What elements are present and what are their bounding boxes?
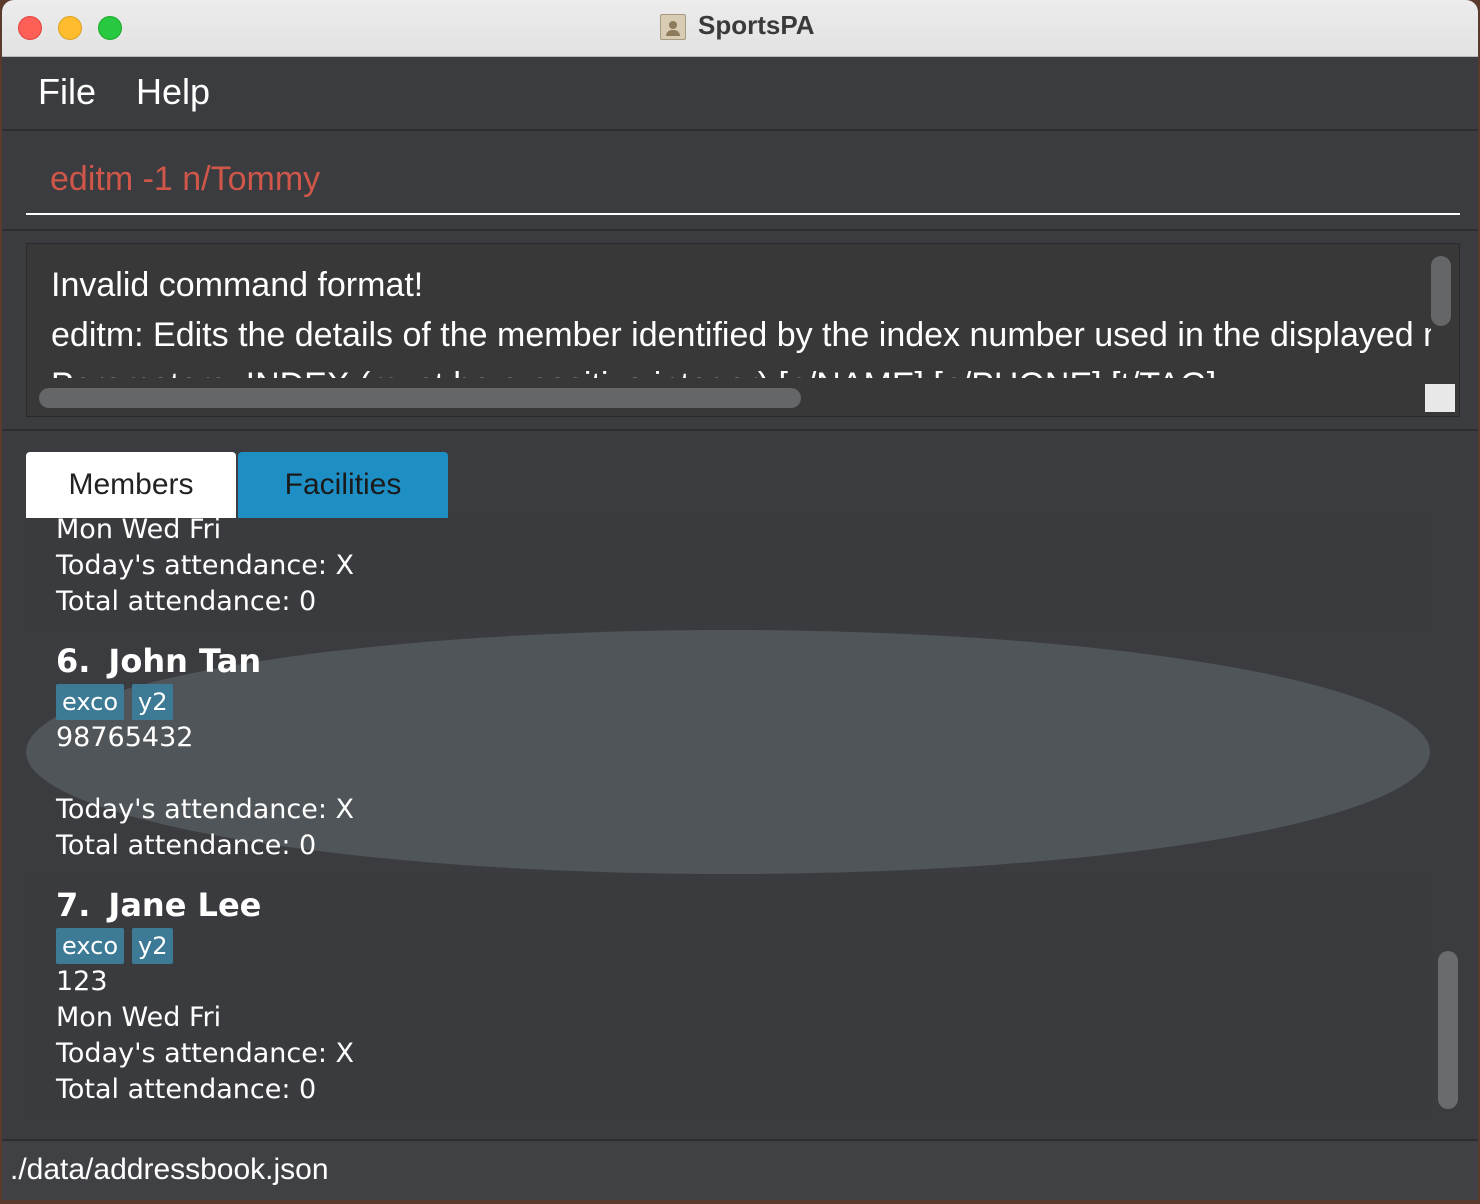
member-list[interactable]: Mon Wed Fri Today's attendance: X Total … <box>26 518 1430 1118</box>
member-today-attendance: Today's attendance: X <box>56 550 355 581</box>
maximize-window-button[interactable] <box>98 16 122 40</box>
member-total-attendance: Total attendance: 0 <box>56 586 317 617</box>
member-tag: y2 <box>132 684 174 720</box>
member-list-scrollbar[interactable] <box>1438 951 1458 1109</box>
member-total-attendance: Total attendance: 0 <box>56 1074 317 1105</box>
member-today-attendance: Today's attendance: X <box>56 1038 355 1069</box>
member-tag: exco <box>56 684 125 720</box>
member-card[interactable]: 7. Jane Lee exco y2 123 Mon Wed Fri Today… <box>26 874 1430 1118</box>
tab-facilities[interactable]: Facilities <box>238 452 448 518</box>
tab-pane: Members Facilities Mon Wed Fri Today's a… <box>2 431 1478 1139</box>
status-bar: ./data/addressbook.json <box>2 1139 1478 1200</box>
result-text: Invalid command format! editm: Edits the… <box>51 260 1431 378</box>
menu-file[interactable]: File <box>38 71 96 113</box>
member-days: Mon Wed Fri <box>56 518 222 545</box>
result-horizontal-scrollbar[interactable] <box>39 388 801 408</box>
command-box <box>2 131 1478 231</box>
tab-members[interactable]: Members <box>26 452 236 518</box>
minimize-window-button[interactable] <box>58 16 82 40</box>
member-days: Mon Wed Fri <box>56 1002 222 1033</box>
result-display[interactable]: Invalid command format! editm: Edits the… <box>26 243 1460 417</box>
result-line: editm: Edits the details of the member i… <box>51 316 1431 354</box>
member-tag: exco <box>56 928 125 964</box>
member-card[interactable]: 6. John Tan exco y2 98765432 Today's atte… <box>26 630 1430 874</box>
member-index: 6. <box>56 642 91 680</box>
address-book-icon <box>660 14 686 40</box>
member-today-attendance: Today's attendance: X <box>56 794 355 825</box>
result-line: Parameters: INDEX (must be a positive in… <box>51 360 1431 378</box>
result-display-area: Invalid command format! editm: Edits the… <box>2 231 1478 431</box>
member-name: Jane Lee <box>108 886 262 924</box>
member-name: John Tan <box>108 642 262 680</box>
title-bar: SportsPA <box>2 0 1478 57</box>
member-total-attendance: Total attendance: 0 <box>56 830 317 861</box>
member-phone: 98765432 <box>56 722 194 753</box>
menu-bar: File Help <box>2 57 1478 131</box>
member-name-heading: 6. John Tan <box>56 642 261 680</box>
result-vertical-scrollbar[interactable] <box>1431 256 1451 326</box>
close-window-button[interactable] <box>18 16 42 40</box>
result-line: Invalid command format! <box>51 266 424 304</box>
command-input[interactable] <box>26 145 1460 215</box>
menu-help[interactable]: Help <box>136 71 210 113</box>
member-name-heading: 7. Jane Lee <box>56 886 261 924</box>
scrollbar-corner <box>1425 384 1455 412</box>
member-card[interactable]: Mon Wed Fri Today's attendance: X Total … <box>26 518 1430 630</box>
data-file-path: ./data/addressbook.json <box>10 1153 329 1186</box>
member-index: 7. <box>56 886 91 924</box>
app-window: SportsPA File Help Invalid command forma… <box>2 0 1478 1200</box>
window-title: SportsPA <box>698 10 815 40</box>
member-phone: 123 <box>56 966 108 997</box>
member-tag: y2 <box>132 928 174 964</box>
